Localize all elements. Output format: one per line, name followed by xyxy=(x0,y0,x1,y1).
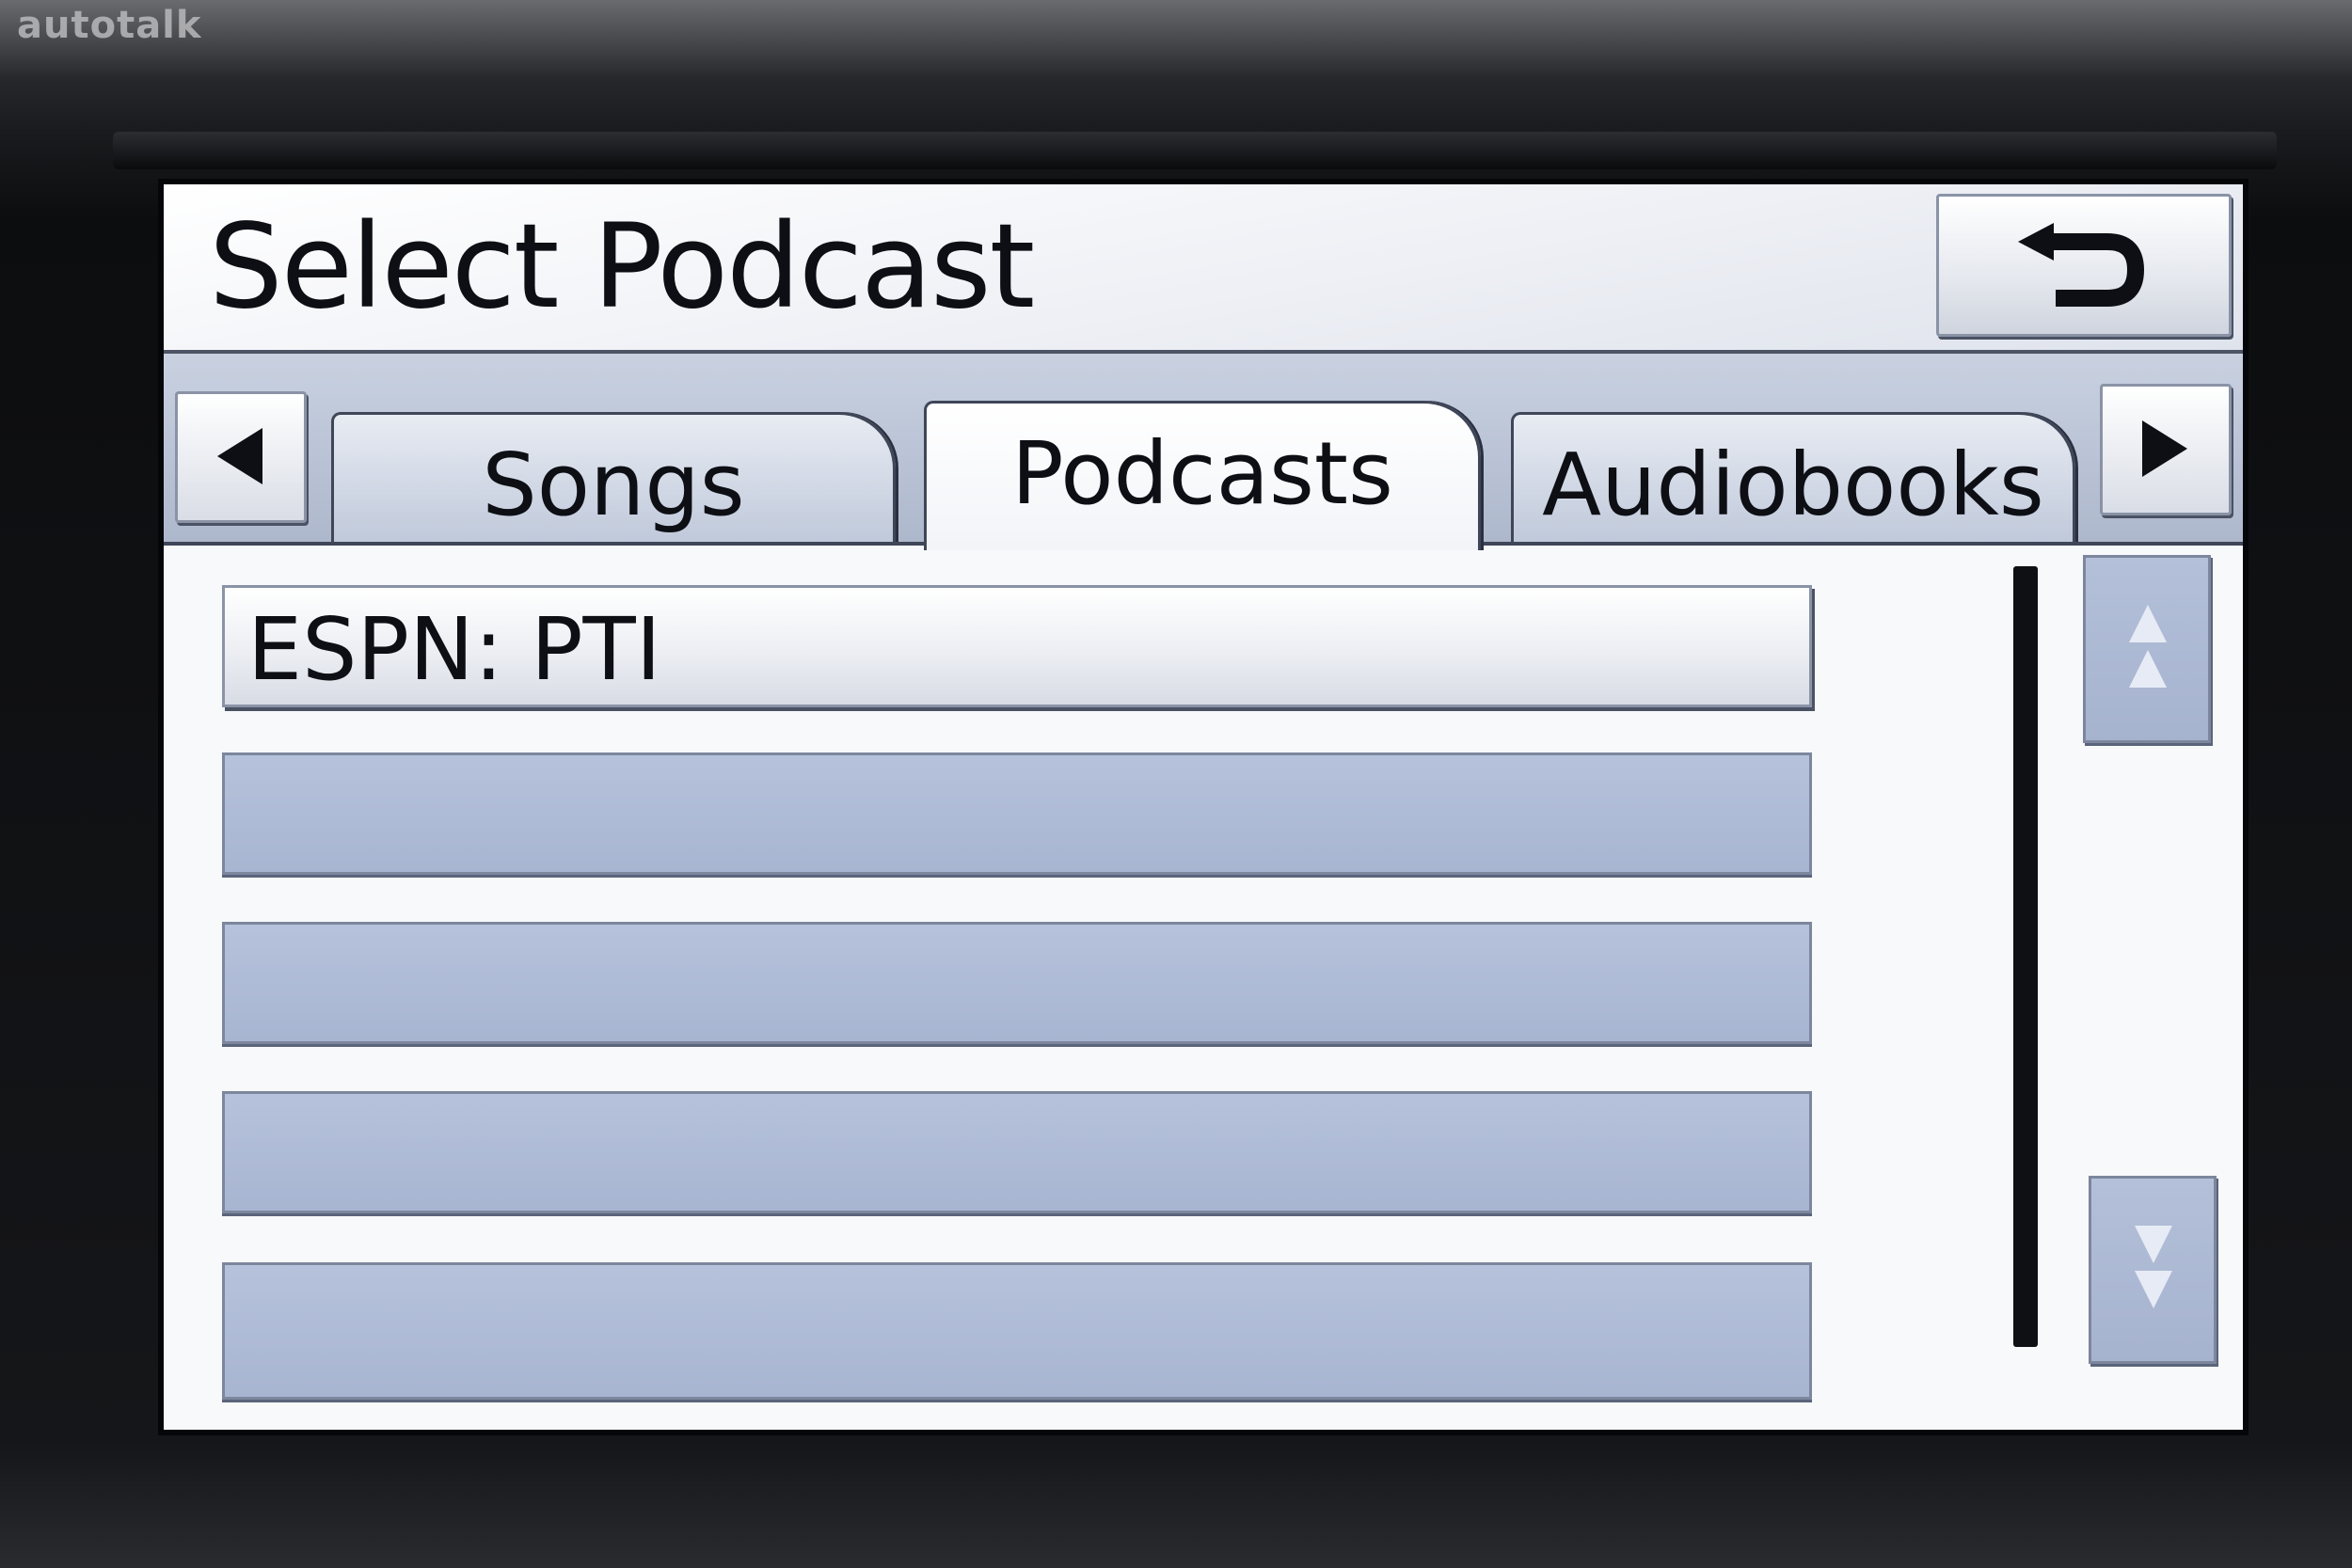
bezel-top-trim xyxy=(0,0,2352,75)
page-up-button[interactable] xyxy=(2083,555,2211,743)
page-down-icon xyxy=(2135,1226,2172,1308)
page-up-icon xyxy=(2129,605,2167,688)
tab-audiobooks[interactable]: Audiobooks xyxy=(1511,412,2075,545)
tab-prev-button[interactable] xyxy=(175,391,307,523)
list-item-label: ESPN: PTI xyxy=(247,599,661,700)
scrollbar-track[interactable] xyxy=(2013,566,2038,1347)
watermark-logo: autotalk xyxy=(17,4,202,47)
list-item[interactable] xyxy=(222,752,1812,875)
display-screen: Select Podcast Songs Podcasts Audiobooks… xyxy=(158,179,2249,1435)
triangle-right-icon xyxy=(2142,420,2187,477)
page-title: Select Podcast xyxy=(209,199,1035,335)
list-item[interactable] xyxy=(222,922,1812,1044)
tab-songs[interactable]: Songs xyxy=(331,412,896,545)
tab-podcasts[interactable]: Podcasts xyxy=(924,401,1481,550)
tab-bar: Songs Podcasts Audiobooks xyxy=(164,354,2243,550)
tab-next-button[interactable] xyxy=(2100,384,2232,515)
page-down-button[interactable] xyxy=(2089,1176,2217,1364)
triangle-left-icon xyxy=(217,428,262,484)
return-arrow-icon xyxy=(2018,223,2145,307)
podcast-list: ESPN: PTI xyxy=(164,542,2243,1430)
list-item[interactable] xyxy=(222,1262,1812,1400)
header-bar: Select Podcast xyxy=(164,184,2243,354)
bezel-lip xyxy=(113,132,2277,169)
back-button[interactable] xyxy=(1936,194,2232,337)
list-item[interactable] xyxy=(222,1091,1812,1213)
list-item[interactable]: ESPN: PTI xyxy=(222,585,1812,707)
